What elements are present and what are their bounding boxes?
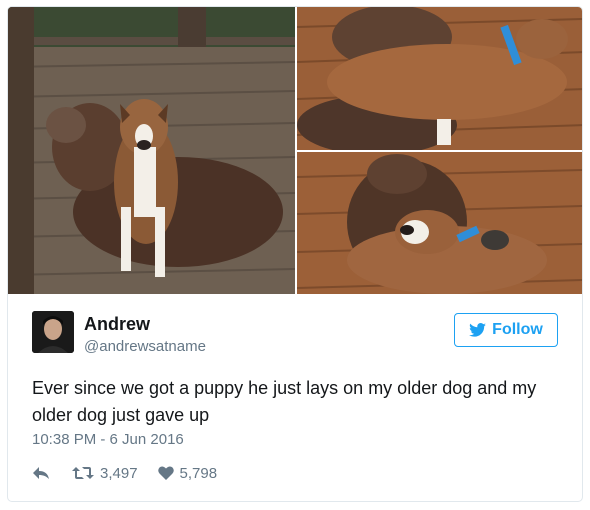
photo-grid — [8, 7, 582, 294]
tweet-text: Ever since we got a puppy he just lays o… — [32, 378, 537, 425]
follow-button[interactable]: Follow — [454, 313, 558, 347]
photo-top-right-image — [297, 7, 582, 150]
like-button[interactable]: 5,798 — [157, 464, 218, 482]
user-name[interactable]: Andrew — [84, 314, 150, 335]
retweet-icon — [72, 467, 94, 479]
heart-icon — [157, 466, 174, 480]
tweet-timestamp[interactable]: 10:38 PM - 6 Jun 2016 — [32, 431, 184, 448]
user-handle[interactable]: @andrewsatname — [84, 338, 206, 355]
reply-button[interactable] — [32, 466, 50, 480]
twitter-bird-icon — [469, 323, 487, 337]
tweet-actions: 3,497 5,798 — [32, 463, 217, 483]
photo-bottom-right-image — [297, 152, 582, 294]
reply-icon — [33, 467, 49, 479]
like-count: 5,798 — [179, 464, 218, 482]
tweet-card: Andrew @andrewsatname Follow Ever since … — [7, 6, 583, 502]
photo-top-right[interactable] — [297, 7, 582, 150]
follow-button-label: Follow — [492, 321, 543, 338]
photo-main[interactable] — [8, 7, 295, 294]
photo-bottom-right[interactable] — [297, 152, 582, 294]
photo-main-image — [8, 7, 295, 294]
retweet-button[interactable]: 3,497 — [72, 465, 138, 482]
retweet-count: 3,497 — [100, 464, 138, 482]
avatar-image — [32, 311, 74, 353]
avatar[interactable] — [32, 311, 74, 353]
